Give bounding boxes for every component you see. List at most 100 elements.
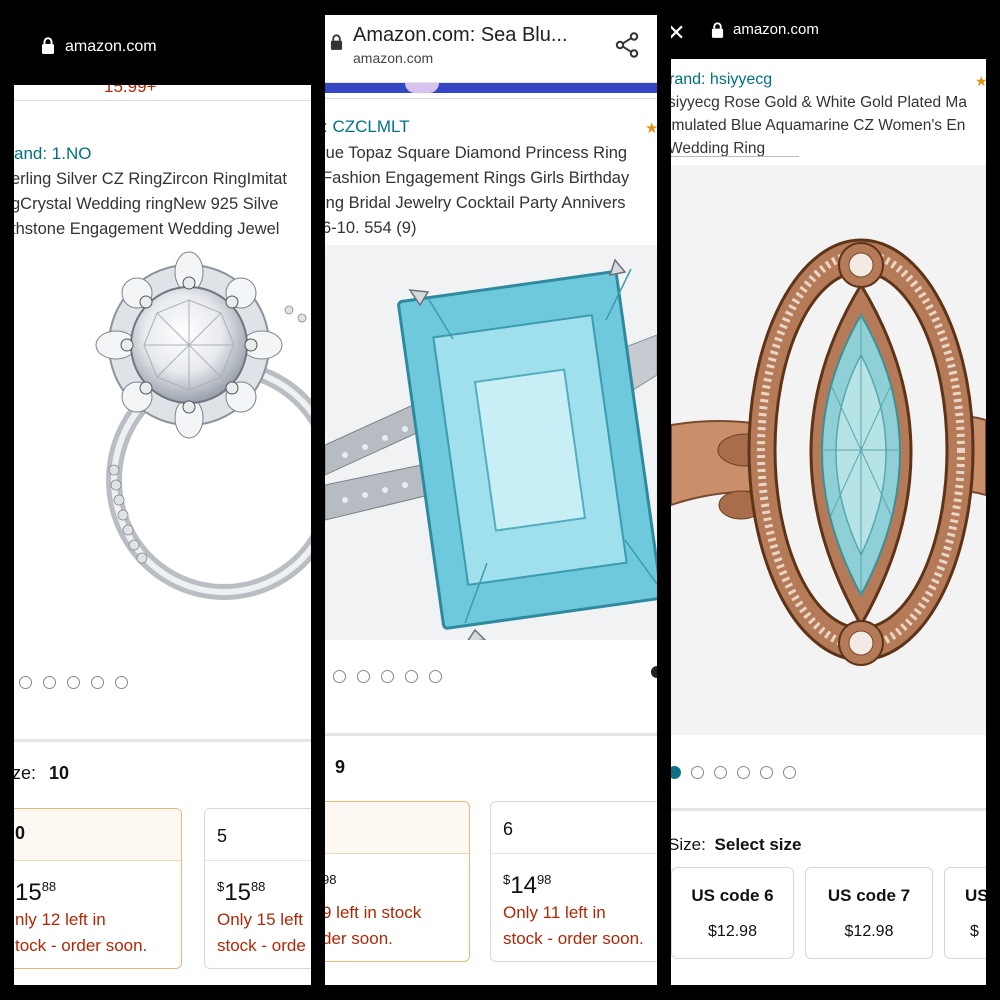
stock-warning: 9 left in stock der soon.: [325, 900, 421, 952]
carousel-dot[interactable]: [19, 676, 32, 689]
stock-line: stock - order soon.: [503, 929, 644, 948]
price-fraction: 88: [41, 879, 57, 894]
selected-size: Select size: [714, 835, 802, 854]
stock-line: Only 15 left: [217, 910, 303, 929]
product-image[interactable]: [74, 240, 311, 640]
brand-link[interactable]: rand: hsiyyecg: [671, 71, 772, 89]
size-option-label: US code 6: [691, 886, 774, 905]
title-line: ing Bridal Jewelry Cocktail Party Annive…: [325, 194, 626, 212]
star-icon: ★: [975, 73, 986, 89]
header-band: [325, 83, 657, 93]
screenshot-panel-1: amazon.com 15.99+ and: 1.NO erling Silve…: [14, 15, 311, 985]
silver-ring-illustration: [95, 251, 311, 600]
title-line: imulated Blue Aquamarine CZ Women's En: [671, 117, 966, 134]
carousel-dot[interactable]: [429, 670, 442, 683]
share-icon[interactable]: [615, 32, 639, 58]
price: 1588: [15, 879, 56, 907]
section-divider: [325, 733, 657, 736]
title-line: erling Silver CZ RingZircon RingImitat: [14, 170, 287, 188]
size-option-card[interactable]: 6 $1498 Only 11 left in stock - order so…: [490, 801, 657, 962]
carousel-dot[interactable]: [691, 766, 704, 779]
size-option-label: 0: [15, 823, 26, 843]
size-option-card[interactable]: US code 6 $12.98: [671, 867, 794, 959]
title-line: lue Topaz Square Diamond Princess Ring: [325, 144, 628, 162]
rose-gold-ring-illustration: [671, 165, 986, 735]
size-option-label: 6: [503, 819, 514, 839]
carousel-dot[interactable]: [357, 670, 370, 683]
title-line: Fashion Engagement Rings Girls Birthday: [325, 169, 630, 187]
carousel-dot[interactable]: [91, 676, 104, 689]
carousel-dot[interactable]: [714, 766, 727, 779]
size-row: ze: 10: [14, 763, 69, 784]
price: $1498: [503, 872, 551, 900]
lock-icon: [330, 34, 343, 51]
brand-link[interactable]: : CZCLMLT: [325, 117, 410, 137]
price-fraction: 98: [325, 872, 337, 887]
carousel-dot[interactable]: [381, 670, 394, 683]
product-image[interactable]: [325, 245, 657, 645]
section-divider: [671, 808, 986, 811]
size-option-card[interactable]: 5 $1588 Only 15 left stock - orde: [204, 808, 311, 969]
url-text: amazon.com: [353, 50, 434, 66]
screenshot-panel-3: ✕ amazon.com rand: hsiyyecg ★ siyyecg Ro…: [671, 15, 986, 985]
carousel-dot[interactable]: [760, 766, 773, 779]
card-header: [491, 802, 657, 854]
stock-line: der soon.: [325, 929, 393, 948]
carousel-dot[interactable]: [43, 676, 56, 689]
size-option-card[interactable]: US code 7 $12.98: [805, 867, 933, 959]
stock-line: 9 left in stock: [325, 903, 422, 922]
stock-warning: nly 12 left in tock - order soon.: [15, 907, 147, 959]
price-peek: 15.99+: [104, 85, 157, 96]
title-line: gCrystal Wedding ringNew 925 Silve: [14, 195, 279, 213]
carousel-dot[interactable]: [115, 676, 128, 689]
close-icon[interactable]: ✕: [671, 20, 685, 46]
card-header: [325, 802, 469, 854]
size-label: Size:: [671, 835, 706, 854]
browser-address-bar[interactable]: amazon.com: [14, 15, 311, 85]
size-option-card[interactable]: US $: [944, 867, 986, 959]
price: $12.98: [844, 923, 894, 940]
price: $1588: [217, 879, 265, 907]
size-label: ze:: [14, 763, 37, 783]
product-image[interactable]: [671, 165, 986, 740]
lock-icon: [41, 37, 55, 55]
size-option-card[interactable]: 98 9 left in stock der soon.: [325, 801, 470, 962]
title-line: siyyecg Rose Gold & White Gold Plated Ma: [671, 94, 967, 111]
carousel-dot[interactable]: [405, 670, 418, 683]
selected-size: 10: [49, 763, 70, 783]
stock-line: Only 11 left in: [503, 903, 606, 922]
carousel-dot-active[interactable]: [671, 766, 681, 779]
stock-warning: Only 11 left in stock - order soon.: [503, 900, 644, 952]
star-icon: ★: [645, 120, 657, 137]
blue-topaz-ring-illustration: [325, 245, 657, 643]
image-carousel-dots: [671, 766, 796, 779]
section-divider: [14, 739, 311, 742]
browser-address-bar[interactable]: ✕ amazon.com: [671, 15, 986, 59]
screenshot-panel-2: Amazon.com: Sea Blu... amazon.com : CZCL…: [325, 15, 657, 985]
title-line: 6-10. 554 (9): [325, 219, 417, 237]
stock-line: stock - orde: [217, 936, 306, 955]
price: $: [970, 923, 979, 940]
url-text: amazon.com: [733, 21, 819, 38]
price-whole: 14: [510, 872, 537, 899]
carousel-dot[interactable]: [333, 670, 346, 683]
price-whole: 15: [15, 879, 42, 906]
carousel-dot[interactable]: [783, 766, 796, 779]
scroll-indicator: [651, 666, 657, 678]
stock-line: tock - order soon.: [15, 936, 148, 955]
selected-size: 9: [335, 757, 346, 777]
carousel-dot[interactable]: [67, 676, 80, 689]
price-fraction: 88: [250, 879, 266, 894]
size-option-label: 5: [217, 826, 228, 846]
stock-line: nly 12 left in: [15, 910, 106, 929]
size-option-card[interactable]: 0 1588 nly 12 left in tock - order soon.: [14, 808, 182, 969]
size-option-label: US: [965, 886, 986, 905]
brand-link[interactable]: and: 1.NO: [14, 144, 92, 164]
page-title: Amazon.com: Sea Blu...: [353, 24, 568, 46]
price-fraction: 98: [536, 872, 552, 887]
price: 98: [325, 872, 336, 900]
stock-warning: Only 15 left stock - orde: [217, 907, 306, 959]
browser-custom-tab-bar[interactable]: Amazon.com: Sea Blu... amazon.com: [325, 15, 657, 83]
price-whole: 15: [224, 879, 251, 906]
carousel-dot[interactable]: [737, 766, 750, 779]
